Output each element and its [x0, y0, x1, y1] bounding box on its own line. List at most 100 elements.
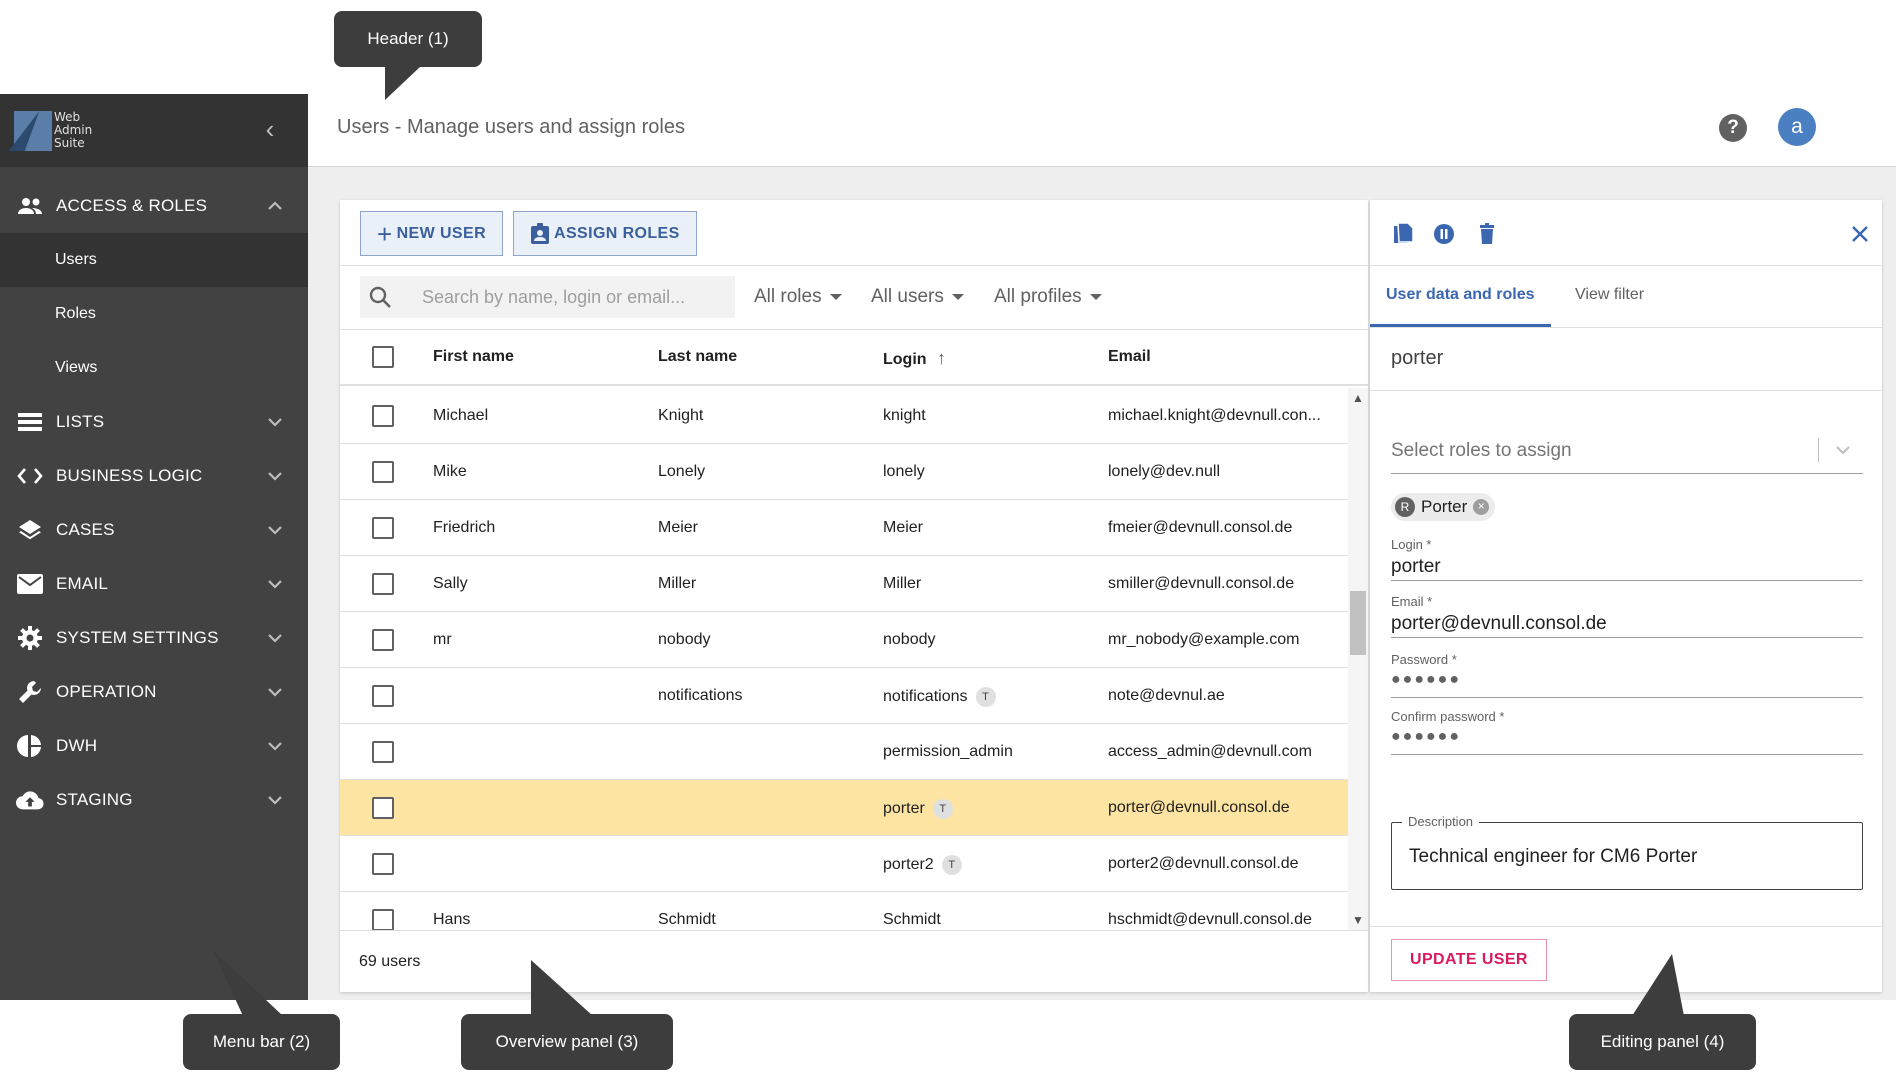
user-count: 69 users	[359, 953, 421, 970]
row-checkbox[interactable]	[372, 853, 394, 875]
chevron-down-icon	[268, 634, 282, 643]
scroll-down-icon[interactable]: ▼	[1352, 914, 1364, 926]
tab-view-filter[interactable]: View filter	[1575, 286, 1644, 304]
cell-email: fmeier@devnull.consol.de	[1108, 519, 1292, 537]
chevron-down-icon	[268, 418, 282, 427]
remove-chip-icon[interactable]: ×	[1473, 499, 1490, 515]
row-checkbox[interactable]	[372, 461, 394, 483]
role-chip-label: Porter	[1421, 497, 1468, 516]
column-first-name[interactable]: First name	[433, 348, 514, 366]
nav-group-cases[interactable]: CASES	[0, 503, 308, 557]
nav-group-system-settings[interactable]: SYSTEM SETTINGS	[0, 611, 308, 665]
confirm-password-input[interactable]: ●●●●●●	[1391, 728, 1863, 754]
user-avatar[interactable]: a	[1778, 108, 1816, 146]
row-checkbox[interactable]	[372, 405, 394, 427]
logo-line: Suite	[54, 136, 85, 150]
nav-group-label: BUSINESS LOGIC	[56, 466, 203, 485]
chevron-left-icon[interactable]: ‹	[256, 116, 284, 144]
nav-group-access-roles[interactable]: ACCESS & ROLES	[0, 179, 308, 233]
search-icon	[369, 286, 391, 308]
tab-user-data-and-roles[interactable]: User data and roles	[1386, 286, 1535, 304]
cell-first-name: Hans	[433, 911, 470, 929]
nav-group-operation[interactable]: OPERATION	[0, 665, 308, 719]
cloud-upload-icon	[16, 786, 44, 814]
page-title: Users - Manage users and assign roles	[337, 116, 685, 138]
column-login[interactable]: Login ↑	[883, 348, 946, 369]
email-label: Email *	[1391, 594, 1433, 609]
role-chip-porter: R Porter ×	[1391, 493, 1496, 521]
pause-icon[interactable]	[1432, 222, 1456, 246]
column-last-name[interactable]: Last name	[658, 348, 737, 366]
chevron-down-icon[interactable]	[1835, 442, 1851, 458]
table-row[interactable]: Friedrich Meier Meier fmeier@devnull.consol…	[340, 500, 1348, 556]
column-email[interactable]: Email	[1108, 348, 1151, 366]
update-user-button[interactable]: UPDATE USER	[1391, 939, 1547, 981]
menu-bar: Web Admin Suite ‹ ACCESS & ROLES Users R…	[0, 94, 308, 1000]
sidebar-item-roles[interactable]: Roles	[0, 287, 308, 341]
chevron-down-icon	[268, 742, 282, 751]
table-row[interactable]: Michael Knight knight michael.knight@devnul…	[340, 388, 1348, 444]
cell-first-name-text: Mike	[433, 463, 467, 480]
table-row[interactable]: porter2 Tporter2@devnull.consol.de	[340, 836, 1348, 892]
users-filter-label: All users	[871, 286, 944, 307]
cell-first-name: Sally	[433, 575, 468, 593]
sidebar-item-users[interactable]: Users	[0, 233, 308, 287]
nav-group-staging[interactable]: STAGING	[0, 773, 308, 827]
overview-panel: + NEW USER ASSIGN ROLES All roles All us…	[340, 200, 1368, 992]
assign-roles-button[interactable]: ASSIGN ROLES	[513, 211, 697, 256]
profiles-filter-label: All profiles	[994, 286, 1082, 307]
row-checkbox[interactable]	[372, 517, 394, 539]
cell-email-text: michael.knight@devnull.con...	[1108, 407, 1321, 424]
selected-user-name: porter	[1391, 347, 1444, 369]
table-scrollbar[interactable]: ▲ ▼	[1348, 388, 1368, 930]
users-filter-dropdown[interactable]: All users	[871, 286, 964, 308]
table-row[interactable]: Sally Miller Miller smiller@devnull.consol.…	[340, 556, 1348, 612]
delete-icon[interactable]	[1475, 222, 1499, 246]
cell-login: porter T	[883, 799, 953, 819]
login-input[interactable]	[1391, 554, 1863, 580]
row-checkbox[interactable]	[372, 909, 394, 930]
description-field[interactable]: Description Technical engineer for CM6 P…	[1391, 814, 1863, 890]
table-row[interactable]: mr nobody nobody mr_nobody@example.com	[340, 612, 1348, 668]
sidebar-item-views[interactable]: Views	[0, 341, 308, 395]
plus-icon: +	[377, 218, 393, 249]
nav-group-dwh[interactable]: DWH	[0, 719, 308, 773]
table-row[interactable]: Hans Schmidt Schmidt hschmidt@devnull.conso…	[340, 892, 1348, 930]
scroll-up-icon[interactable]: ▲	[1352, 392, 1364, 404]
cell-first-name-text: Hans	[433, 911, 471, 928]
row-checkbox[interactable]	[372, 573, 394, 595]
editing-panel: User data and roles View filter porter S…	[1370, 200, 1882, 992]
divider	[1370, 390, 1882, 391]
logo-bar: Web Admin Suite ‹	[0, 94, 308, 167]
roles-select[interactable]: Select roles to assign	[1391, 428, 1863, 474]
cell-first-name-text: Sally	[433, 575, 468, 592]
callout-menu-bar: Menu bar (2)	[183, 1014, 340, 1070]
new-user-button[interactable]: + NEW USER	[360, 211, 504, 256]
row-checkbox[interactable]	[372, 685, 394, 707]
close-icon[interactable]	[1848, 222, 1872, 246]
roles-filter-dropdown[interactable]: All roles	[754, 286, 842, 308]
technical-user-badge: T	[932, 799, 953, 819]
profiles-filter-dropdown[interactable]: All profiles	[994, 286, 1102, 308]
cell-email: michael.knight@devnull.con...	[1108, 407, 1321, 425]
select-all-checkbox[interactable]	[372, 346, 394, 368]
select-separator	[1818, 438, 1819, 462]
search-input[interactable]	[422, 283, 722, 311]
scroll-thumb[interactable]	[1350, 591, 1366, 655]
nav-group-email[interactable]: EMAIL	[0, 557, 308, 611]
table-row[interactable]: permission_admin access_admin@devnull.com	[340, 724, 1348, 780]
cell-first-name-text: Friedrich	[433, 519, 496, 536]
nav-group-lists[interactable]: LISTS	[0, 395, 308, 449]
nav-group-business-logic[interactable]: BUSINESS LOGIC	[0, 449, 308, 503]
help-button[interactable]: ?	[1719, 114, 1747, 142]
table-row[interactable]: Mike Lonely lonely lonely@dev.null	[340, 444, 1348, 500]
nav-group-label: CASES	[56, 520, 115, 539]
password-input[interactable]: ●●●●●●	[1391, 671, 1863, 697]
table-row[interactable]: notifications notifications Tnote@devnul.a…	[340, 668, 1348, 724]
email-input[interactable]	[1391, 611, 1863, 637]
copy-icon[interactable]	[1391, 222, 1415, 246]
table-row[interactable]: porter Tporter@devnull.consol.de	[340, 780, 1348, 836]
row-checkbox[interactable]	[372, 741, 394, 763]
row-checkbox[interactable]	[372, 797, 394, 819]
row-checkbox[interactable]	[372, 629, 394, 651]
